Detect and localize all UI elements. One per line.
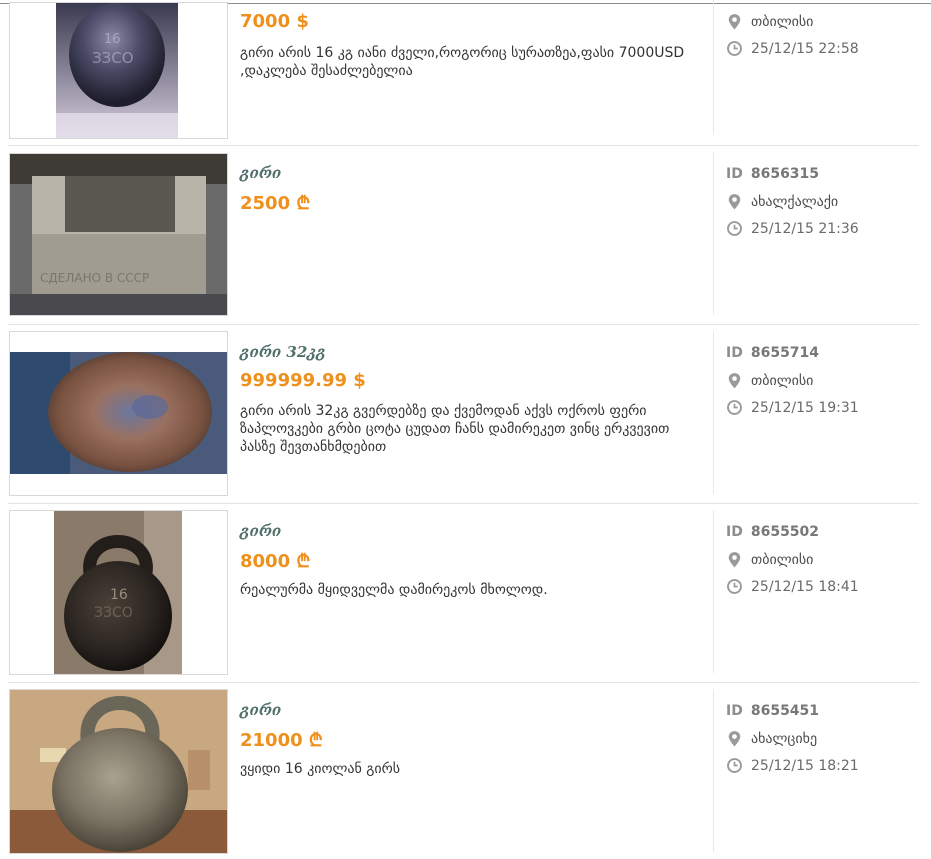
id-label: ID — [726, 703, 743, 719]
map-pin-icon — [728, 14, 741, 30]
listing-item[interactable]: 16 ЗЗСО გირი 8000 ₾ რეალურმა მყიდველმა დ… — [0, 504, 931, 683]
map-pin-icon — [728, 373, 741, 389]
location-text: ახალქალაქი — [751, 193, 839, 210]
listing-id: ID 8656315 — [726, 166, 819, 182]
id-value: 8656315 — [750, 166, 820, 182]
listing-id: ID 8655502 — [726, 524, 819, 540]
column-divider — [713, 689, 714, 852]
clock-icon — [727, 221, 742, 236]
kettlebell-photo — [10, 690, 227, 853]
listing-id: ID 8655451 — [726, 703, 819, 719]
map-pin-icon — [728, 731, 741, 747]
listing-title[interactable]: გირი — [240, 701, 281, 719]
listing-price: 7000 $ — [240, 11, 309, 32]
listing-thumbnail[interactable]: СДЕЛАНО В СССР — [9, 153, 228, 316]
listing-description: გირი არის 32კგ გვერდებზე და ქვემოდან აქვ… — [240, 403, 670, 455]
clock-icon — [727, 579, 742, 594]
listing-thumbnail[interactable]: 16 ЗЗСО — [9, 2, 228, 139]
listing-datetime: 25/12/15 22:58 — [726, 40, 859, 57]
weight-inscription: СДЕЛАНО В СССР — [40, 271, 149, 285]
column-divider — [713, 0, 714, 135]
listing-item[interactable]: 16 ЗЗСО 7000 $ გირი არის 16 კგ იანი ძველ… — [0, 0, 931, 146]
datetime-text: 25/12/15 18:41 — [751, 578, 859, 595]
listing-price: 8000 ₾ — [240, 551, 311, 572]
map-pin-icon — [728, 552, 741, 568]
listing-datetime: 25/12/15 18:21 — [726, 757, 859, 774]
clock-icon — [727, 41, 742, 56]
id-value: 8655502 — [750, 524, 820, 540]
listing-location: ახალქალაქი — [726, 193, 838, 210]
listing-datetime: 25/12/15 21:36 — [726, 220, 859, 237]
listing-thumbnail[interactable] — [9, 331, 228, 496]
listing-location: თბილისი — [726, 372, 813, 389]
listing-title[interactable]: გირი 32კგ — [240, 343, 326, 361]
column-divider — [713, 152, 714, 315]
listing-price: 21000 ₾ — [240, 730, 323, 751]
datetime-text: 25/12/15 19:31 — [751, 399, 859, 416]
listing-thumbnail[interactable]: 16 ЗЗСО — [9, 510, 228, 675]
column-divider — [713, 510, 714, 673]
listing-price: 2500 ₾ — [240, 193, 311, 214]
svg-text:16: 16 — [104, 32, 121, 47]
listing-location: თბილისი — [726, 551, 813, 568]
clock-icon — [727, 758, 742, 773]
rusty-weight-photo — [10, 352, 227, 474]
listing-location: ახალციხე — [726, 730, 817, 747]
listing-datetime: 25/12/15 19:31 — [726, 399, 859, 416]
id-value: 8655714 — [750, 345, 820, 361]
listing-thumbnail[interactable] — [9, 689, 228, 854]
listing-title[interactable]: გირი — [240, 522, 281, 540]
weight-inscription: 16 — [110, 587, 128, 603]
svg-text:ЗЗСО: ЗЗСО — [94, 605, 133, 621]
listing-datetime: 25/12/15 18:41 — [726, 578, 859, 595]
location-text: თბილისი — [751, 372, 814, 389]
listing-location: თბილისი — [726, 13, 813, 30]
location-text: თბილისი — [751, 13, 814, 30]
datetime-text: 25/12/15 18:21 — [751, 757, 859, 774]
location-text: თბილისი — [751, 551, 814, 568]
map-pin-icon — [728, 194, 741, 210]
listing-item[interactable]: СДЕЛАНО В СССР გირი 2500 ₾ ID 8656315 ახ… — [0, 146, 931, 325]
datetime-text: 25/12/15 22:58 — [751, 40, 859, 57]
id-label: ID — [726, 166, 743, 182]
kettlebell-photo: 16 ЗЗСО — [54, 511, 182, 674]
weight-block-photo: СДЕЛАНО В СССР — [10, 154, 227, 315]
listing-description: გირი არის 16 კგ იანი ძველი,როგორიც სურათ… — [240, 45, 685, 79]
listing-item[interactable]: გირი 21000 ₾ ვყიდი 16 კიოლან გირს ID 865… — [0, 683, 931, 859]
listing-description: რეალურმა მყიდველმა დამირეკოს მხოლოდ. — [240, 582, 548, 598]
svg-text:ЗЗСО: ЗЗСО — [92, 49, 134, 67]
listing-title[interactable]: გირი — [240, 164, 281, 182]
location-text: ახალციხე — [751, 730, 818, 747]
column-divider — [713, 331, 714, 494]
clock-icon — [727, 400, 742, 415]
kettlebell-photo: 16 ЗЗСО — [56, 3, 178, 138]
listing-id: ID 8655714 — [726, 345, 819, 361]
listing-description: ვყიდი 16 კიოლან გირს — [240, 761, 401, 777]
listing-item[interactable]: გირი 32კგ 999999.99 $ გირი არის 32კგ გვე… — [0, 325, 931, 504]
datetime-text: 25/12/15 21:36 — [751, 220, 859, 237]
id-label: ID — [726, 345, 743, 361]
id-label: ID — [726, 524, 743, 540]
id-value: 8655451 — [750, 703, 820, 719]
listing-price: 999999.99 $ — [240, 370, 366, 391]
